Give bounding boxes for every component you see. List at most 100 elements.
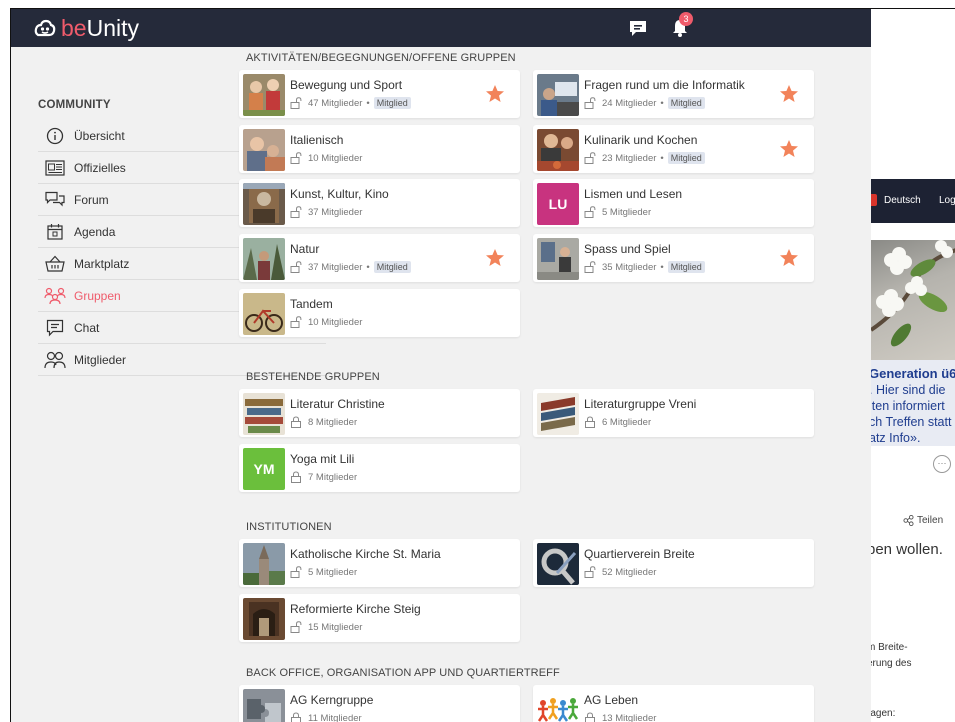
group-card[interactable]: Tandem 10 Mitglieder (239, 289, 520, 337)
member-count: 47 Mitglieder (308, 97, 363, 109)
group-thumbnail (243, 238, 285, 280)
group-name: Quartierverein Breite (584, 547, 695, 561)
member-count: 13 Mitglieder (602, 712, 657, 722)
lock-icon (291, 712, 301, 722)
teaser-line: . Hier sind die (871, 383, 946, 397)
group-meta: 52 Mitglieder (584, 566, 656, 578)
group-card[interactable]: Natur 37 Mitglieder • Mitglied (239, 234, 520, 282)
open-lock-icon (290, 261, 302, 273)
group-name: Spass und Spiel (584, 242, 671, 256)
beunity-logo[interactable]: beUnity (33, 15, 139, 42)
star-icon[interactable] (779, 84, 799, 104)
group-card[interactable]: Literatur Christine 8 Mitglieder (239, 389, 520, 437)
group-name: Fragen rund um die Informatik (584, 78, 745, 92)
group-card[interactable]: Kunst, Kultur, Kino 37 Mitglieder (239, 179, 520, 227)
lock-icon (585, 712, 595, 722)
member-count: 15 Mitglieder (308, 621, 363, 633)
group-meta: 47 Mitglieder • Mitglied (290, 97, 411, 109)
group-card[interactable]: Fragen rund um die Informatik 24 Mitglie… (533, 70, 814, 118)
group-card[interactable]: Spass und Spiel 35 Mitglieder • Mitglied (533, 234, 814, 282)
member-count: 10 Mitglieder (308, 316, 363, 328)
top-bar: beUnity 3 (11, 9, 871, 47)
login-link[interactable]: Login (939, 195, 955, 206)
lock-icon (291, 471, 301, 483)
group-card[interactable]: AG Leben 13 Mitglieder (533, 685, 814, 722)
messages-icon[interactable] (628, 18, 648, 38)
open-lock-icon (290, 206, 302, 218)
group-name: AG Leben (584, 693, 639, 707)
calendar-icon (44, 221, 66, 243)
sidebar-item-label: Mitglieder (74, 352, 127, 367)
sidebar-item-label: Übersicht (74, 128, 125, 143)
background-header: Deutsch Login (871, 179, 955, 223)
group-name: Literatur Christine (290, 397, 385, 411)
group-card[interactable]: YM Yoga mit Lili 7 Mitglieder (239, 444, 520, 492)
sidebar-item-label: Gruppen (74, 288, 121, 303)
share-label: Teilen (917, 515, 944, 526)
open-lock-icon (290, 566, 302, 578)
teaser-line: iten informiert (871, 399, 945, 413)
member-count: 23 Mitglieder (602, 152, 657, 164)
star-icon[interactable] (779, 139, 799, 159)
group-thumbnail (537, 393, 579, 435)
background-text: ben wollen. (871, 541, 943, 558)
group-initials: YM (243, 448, 285, 490)
logo-prefix: be (61, 15, 87, 41)
group-name: Tandem (290, 297, 333, 311)
member-count: 24 Mitglieder (602, 97, 657, 109)
open-lock-icon (290, 97, 302, 109)
group-name: Reformierte Kirche Steig (290, 602, 421, 616)
teaser-box[interactable]: Generation ü60 . Hier sind die iten info… (871, 360, 955, 446)
section-title: BACK OFFICE, ORGANISATION APP UND QUARTI… (246, 667, 560, 679)
group-card[interactable]: Kulinarik und Kochen 23 Mitglieder • Mitg… (533, 125, 814, 173)
section-title: INSTITUTIONEN (246, 521, 332, 533)
member-count: 6 Mitglieder (602, 416, 652, 428)
group-card[interactable]: Quartierverein Breite 52 Mitglieder (533, 539, 814, 587)
sidebar-item-label: Chat (74, 320, 100, 335)
group-meta: 24 Mitglieder • Mitglied (584, 97, 705, 109)
open-lock-icon (584, 97, 596, 109)
star-icon[interactable] (485, 248, 505, 268)
group-name: Bewegung und Sport (290, 78, 403, 92)
app-window: Deutsch Login Generation ü60 . Hier sind… (10, 8, 955, 722)
group-card[interactable]: Literaturgruppe Vreni 6 Mitglieder (533, 389, 814, 437)
member-count: 5 Mitglieder (308, 566, 358, 578)
member-count: 37 Mitglieder (308, 261, 363, 273)
share-button[interactable]: Teilen (903, 515, 943, 526)
member-count: 8 Mitglieder (308, 416, 358, 428)
group-card[interactable]: AG Kerngruppe 11 Mitglieder (239, 685, 520, 722)
background-text: ragen: (871, 708, 896, 719)
group-card[interactable]: LU Lismen und Lesen 5 Mitglieder (533, 179, 814, 227)
group-meta: 13 Mitglieder (584, 712, 656, 722)
star-icon[interactable] (485, 84, 505, 104)
group-name: AG Kerngruppe (290, 693, 374, 707)
group-meta: 8 Mitglieder (290, 416, 357, 428)
members-icon (44, 349, 66, 371)
sidebar-item-label: Offizielles (74, 160, 126, 175)
group-icon (44, 285, 66, 307)
member-count: 52 Mitglieder (602, 566, 657, 578)
group-meta: 10 Mitglieder (290, 316, 362, 328)
language-selector[interactable]: Deutsch (884, 195, 921, 206)
blossom-photo (871, 240, 955, 360)
sidebar-title: COMMUNITY (38, 99, 111, 111)
background-text: m Breite- (871, 642, 908, 653)
group-meta: 35 Mitglieder • Mitglied (584, 261, 705, 273)
star-icon[interactable] (779, 248, 799, 268)
group-card[interactable]: Italienisch 10 Mitglieder (239, 125, 520, 173)
member-count: 35 Mitglieder (602, 261, 657, 273)
group-card[interactable]: Reformierte Kirche Steig 15 Mitglieder (239, 594, 520, 642)
group-card[interactable]: Katholische Kirche St. Maria 5 Mitgliede… (239, 539, 520, 587)
open-lock-icon (584, 261, 596, 273)
group-name: Katholische Kirche St. Maria (290, 547, 441, 561)
more-options-icon[interactable]: ··· (933, 455, 951, 473)
notification-badge: 3 (679, 12, 693, 26)
group-card[interactable]: Bewegung und Sport 47 Mitglieder • Mitgli… (239, 70, 520, 118)
member-tag: Mitglied (373, 261, 411, 273)
chat-icon (44, 317, 66, 339)
group-thumbnail (243, 183, 285, 225)
group-meta: 7 Mitglieder (290, 471, 357, 483)
group-thumbnail (243, 393, 285, 435)
group-name: Literaturgruppe Vreni (584, 397, 697, 411)
lock-icon (291, 416, 301, 428)
